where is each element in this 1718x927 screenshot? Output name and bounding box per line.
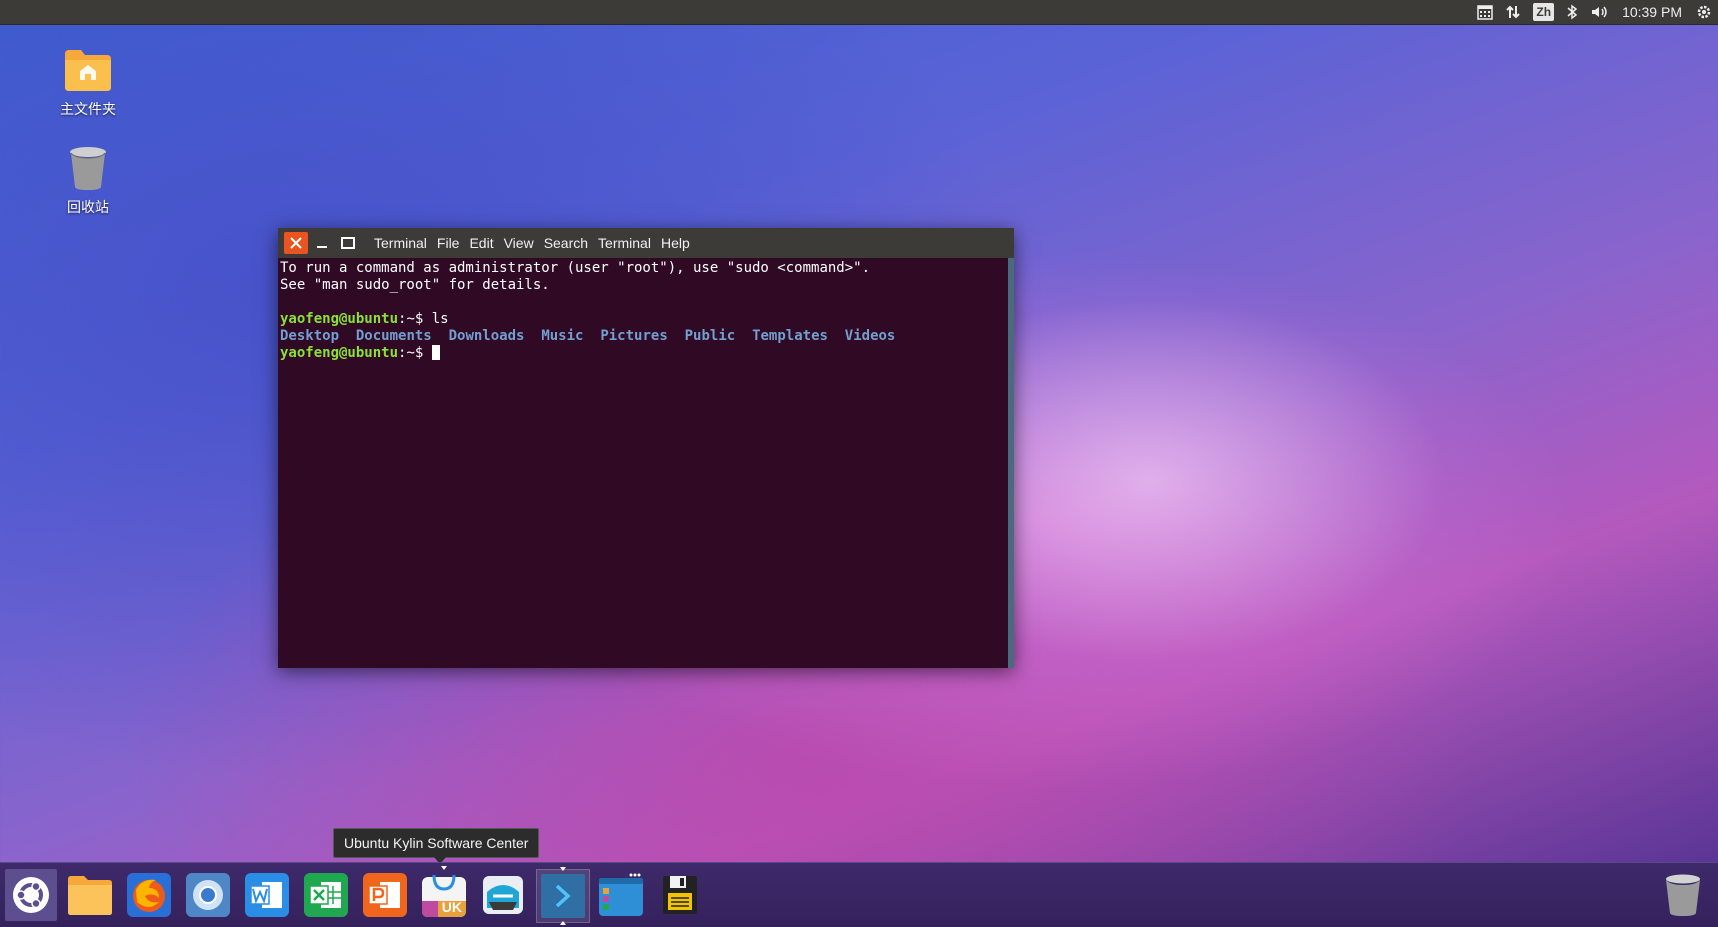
save-icon bbox=[663, 876, 697, 914]
volume-icon[interactable] bbox=[1590, 0, 1610, 24]
dir-entry: Downloads bbox=[448, 328, 525, 344]
dir-entry: Public bbox=[684, 328, 736, 344]
system-tray: Zh 10:39 PM bbox=[1471, 0, 1718, 24]
terminal-scrollbar[interactable] bbox=[1008, 258, 1014, 668]
dock-pip bbox=[441, 866, 447, 870]
dir-entry: Documents bbox=[355, 328, 432, 344]
dock: UK bbox=[0, 862, 1718, 927]
firefox-icon bbox=[127, 873, 171, 917]
wps-writer-icon bbox=[245, 873, 289, 917]
input-method-label: Zh bbox=[1533, 3, 1555, 21]
text-cursor bbox=[431, 345, 440, 360]
trash-icon bbox=[1666, 874, 1700, 916]
dock-firefox[interactable] bbox=[123, 869, 175, 921]
bluetooth-icon[interactable] bbox=[1566, 0, 1578, 24]
dir-entry: Pictures bbox=[600, 328, 668, 344]
dir-entry: Desktop bbox=[280, 328, 340, 344]
gear-icon[interactable] bbox=[1696, 0, 1712, 24]
command-text: ls bbox=[431, 311, 449, 327]
prompt-suffix: :~$ bbox=[398, 311, 432, 327]
chromium-icon bbox=[186, 873, 230, 917]
terminal-line[interactable]: yaofeng@ubuntu:~$ bbox=[280, 345, 1006, 362]
top-panel: Zh 10:39 PM bbox=[0, 0, 1718, 25]
ls-output-line: Desktop Documents Downloads Music Pictur… bbox=[280, 328, 1006, 345]
trash-icon bbox=[70, 147, 106, 190]
desktop-icon-trash[interactable]: 回收站 bbox=[38, 144, 138, 217]
wps-spreadsheet-icon bbox=[304, 873, 348, 917]
menu-view[interactable]: View bbox=[504, 235, 534, 251]
prompt-suffix: :~$ bbox=[398, 345, 432, 361]
minimize-icon bbox=[317, 246, 327, 248]
dock-pip bbox=[560, 867, 566, 871]
maximize-button[interactable] bbox=[336, 232, 360, 254]
prompt-user: yaofeng@ubuntu bbox=[280, 311, 399, 327]
dock-ubuntu-button[interactable] bbox=[5, 869, 57, 921]
input-method-icon[interactable]: Zh bbox=[1533, 0, 1555, 24]
menu-bar: Terminal File Edit View Search Terminal … bbox=[374, 235, 700, 251]
terminal-line: See "man sudo_root" for details. bbox=[280, 277, 550, 293]
software-center-badge: UK bbox=[441, 899, 462, 915]
dock-save-app[interactable] bbox=[654, 869, 706, 921]
dir-entry: Videos bbox=[844, 328, 896, 344]
clock[interactable]: 10:39 PM bbox=[1622, 0, 1682, 24]
dock-workspace-switcher[interactable] bbox=[595, 869, 647, 921]
menu-file[interactable]: File bbox=[437, 235, 460, 251]
terminal-output[interactable]: To run a command as administrator (user … bbox=[278, 258, 1008, 668]
desktop-icon-home-folder[interactable]: 主文件夹 bbox=[38, 46, 138, 119]
scanner-icon bbox=[483, 876, 523, 914]
terminal-titlebar[interactable]: Terminal File Edit View Search Terminal … bbox=[278, 228, 1014, 258]
maximize-icon bbox=[341, 237, 355, 249]
dock-wps-presentation[interactable] bbox=[359, 869, 411, 921]
dock-wps-writer[interactable] bbox=[241, 869, 293, 921]
calendar-icon[interactable] bbox=[1477, 0, 1494, 24]
menu-edit[interactable]: Edit bbox=[469, 235, 493, 251]
prompt-user: yaofeng@ubuntu bbox=[280, 345, 399, 361]
app-title: Terminal bbox=[374, 235, 427, 251]
dock-pip bbox=[560, 921, 566, 925]
close-button[interactable] bbox=[284, 232, 308, 254]
dock-tooltip: Ubuntu Kylin Software Center bbox=[333, 828, 540, 864]
dock-wps-spreadsheet[interactable] bbox=[300, 869, 352, 921]
dock-terminal[interactable] bbox=[536, 867, 590, 925]
terminal-icon bbox=[541, 874, 585, 918]
desktop-icon-label: 主文件夹 bbox=[60, 101, 116, 117]
workspace-switcher-icon bbox=[599, 873, 643, 916]
ubuntu-logo-icon bbox=[13, 877, 49, 913]
network-arrows-icon[interactable] bbox=[1505, 0, 1521, 24]
dock-trash[interactable] bbox=[1657, 869, 1709, 921]
wps-presentation-icon bbox=[363, 873, 407, 917]
dock-scanner[interactable] bbox=[477, 869, 529, 921]
dock-software-center[interactable]: UK bbox=[418, 866, 470, 921]
terminal-window[interactable]: Terminal File Edit View Search Terminal … bbox=[278, 228, 1014, 668]
dir-entry: Music bbox=[541, 328, 584, 344]
menu-help[interactable]: Help bbox=[661, 235, 690, 251]
close-icon bbox=[290, 237, 302, 249]
dir-entry: Templates bbox=[752, 328, 828, 344]
menu-terminal[interactable]: Terminal bbox=[598, 235, 651, 251]
home-folder-icon bbox=[65, 50, 111, 91]
terminal-line: To run a command as administrator (user … bbox=[280, 260, 871, 276]
minimize-button[interactable] bbox=[310, 232, 334, 254]
dock-files[interactable] bbox=[64, 869, 116, 921]
files-icon bbox=[68, 876, 112, 915]
dock-chromium[interactable] bbox=[182, 869, 234, 921]
desktop-icon-label: 回收站 bbox=[67, 199, 109, 215]
menu-search[interactable]: Search bbox=[544, 235, 588, 251]
terminal-line: yaofeng@ubuntu:~$ ls bbox=[280, 311, 1006, 328]
